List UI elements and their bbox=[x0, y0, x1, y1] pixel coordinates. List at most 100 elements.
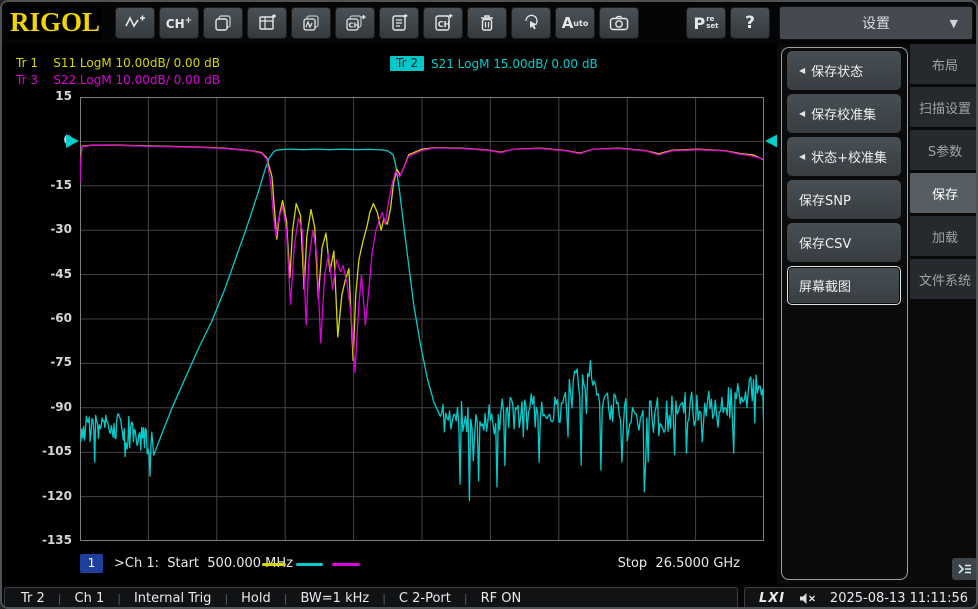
status-separator: | bbox=[382, 591, 386, 605]
tab-file-system[interactable]: 文件系统 bbox=[910, 259, 976, 299]
status-items: Tr 2 | Ch 1 | Internal Trig | Hold | BW=1 kHz | C … bbox=[4, 587, 738, 607]
window-layout-button[interactable] bbox=[203, 7, 243, 39]
status-item: C 2-Port bbox=[398, 590, 451, 606]
stop-frequency-label: Stop 26.5000 GHz bbox=[617, 556, 740, 571]
submenu-arrow-icon: ◀ bbox=[799, 152, 806, 161]
add-channel-icon: CH+ bbox=[165, 15, 193, 31]
chevron-down-icon: ▼ bbox=[949, 16, 958, 30]
menu-item-label: 保存CSV bbox=[799, 237, 852, 252]
status-item: Internal Trig bbox=[133, 590, 212, 606]
delete-icon bbox=[481, 15, 493, 31]
system-status: LXI 2025-08-13 11:11:56 bbox=[744, 587, 976, 607]
tab-sweep-settings[interactable]: 扫描设置 bbox=[910, 87, 976, 127]
y-axis-label: -15 bbox=[50, 177, 72, 192]
status-bar: Tr 2 | Ch 1 | Internal Trig | Hold | BW=1 kHz | C … bbox=[2, 585, 976, 607]
y-axis-label: 15 bbox=[55, 89, 72, 103]
submenu-arrow-icon: ◀ bbox=[799, 66, 806, 75]
channel-window-icon: CH bbox=[346, 15, 366, 31]
trace1-legend-swatch bbox=[262, 563, 286, 566]
menu-item-save-state[interactable]: ◀ 保存状态 bbox=[787, 51, 901, 90]
collapse-menu-button[interactable] bbox=[952, 558, 976, 580]
menu-item-label: 保存SNP bbox=[799, 194, 851, 209]
preset-button[interactable]: P re set bbox=[686, 7, 726, 39]
menu-item-save-cal-set[interactable]: ◀ 保存校准集 bbox=[787, 94, 901, 133]
menu-item-label: 屏幕截图 bbox=[799, 280, 852, 295]
menu-items-container: ◀ 保存状态 ◀ 保存校准集 ◀ 状态+校准集 保存SNP 保存CSV 屏幕截图 bbox=[781, 47, 908, 580]
active-trace-badge: Tr 2 bbox=[390, 56, 424, 71]
screenshot-button[interactable] bbox=[599, 7, 639, 39]
y-axis-label: -45 bbox=[50, 266, 72, 281]
add-trace-icon bbox=[125, 15, 145, 28]
collapse-menu-icon bbox=[957, 564, 971, 574]
window-layout-icon bbox=[215, 15, 231, 31]
menu-item-screenshot[interactable]: 屏幕截图 bbox=[787, 266, 901, 305]
y-axis-label: -60 bbox=[50, 311, 72, 325]
status-separator: | bbox=[117, 591, 121, 605]
add-table-button[interactable] bbox=[247, 7, 287, 39]
plot-region: Tr 1 S11 LogM 10.00dB/ 0.00 dB Tr 3 S22 … bbox=[2, 44, 778, 585]
preset-icon: P bbox=[693, 13, 706, 33]
status-separator: | bbox=[224, 591, 229, 605]
y-axis-label: -135 bbox=[41, 533, 72, 547]
status-item: Tr 2 bbox=[21, 590, 45, 606]
status-separator: | bbox=[57, 591, 62, 605]
plot-canvas[interactable] bbox=[79, 97, 765, 541]
top-toolbar: RIGOL CH+ CH CH A uto P re set ? 设置 ▼ bbox=[2, 2, 976, 44]
tab-layout[interactable]: 布局 bbox=[910, 44, 976, 84]
status-item: BW=1 kHz bbox=[300, 590, 370, 606]
y-axis-label: -75 bbox=[50, 355, 72, 370]
trace2-label: Tr 2 S21 LogM 15.00dB/ 0.00 dB bbox=[390, 56, 598, 71]
copy-channel-icon: CH bbox=[435, 14, 453, 31]
trace3-legend-swatch bbox=[332, 563, 360, 566]
add-table-icon bbox=[259, 14, 276, 30]
copy-trace-button[interactable] bbox=[379, 7, 419, 39]
touch-icon bbox=[525, 14, 538, 30]
status-separator: | bbox=[463, 591, 468, 605]
tab-load[interactable]: 加载 bbox=[910, 216, 976, 256]
help-button[interactable]: ? bbox=[730, 7, 770, 39]
y-axis-label: -105 bbox=[41, 444, 72, 459]
trace2-legend-swatch bbox=[296, 563, 323, 566]
settings-dropdown[interactable]: 设置 ▼ bbox=[779, 6, 973, 40]
side-menu-panel: ◀ 保存状态 ◀ 保存校准集 ◀ 状态+校准集 保存SNP 保存CSV 屏幕截图 布局 扫描设置 S… bbox=[777, 44, 976, 585]
rigol-logo: RIGOL bbox=[8, 6, 102, 39]
lxi-indicator: LXI bbox=[759, 590, 786, 606]
status-item: Ch 1 bbox=[74, 590, 105, 606]
trace3-label: Tr 3 S22 LogM 10.00dB/ 0.00 dB bbox=[16, 73, 220, 87]
add-channel-button[interactable]: CH+ bbox=[159, 7, 199, 39]
tab-s-params[interactable]: S参数 bbox=[910, 130, 976, 170]
svg-text:CH: CH bbox=[438, 20, 451, 29]
copy-channel-button[interactable]: CH bbox=[423, 7, 463, 39]
y-axis-label: -90 bbox=[50, 399, 72, 414]
y-axis-label: -30 bbox=[50, 222, 72, 237]
auto-scale-button[interactable]: Auto bbox=[555, 7, 595, 39]
settings-dropdown-label: 设置 bbox=[862, 16, 890, 32]
channel-number-badge: 1 bbox=[80, 554, 103, 573]
add-trace-button[interactable] bbox=[115, 7, 155, 39]
plot-grid-and-traces bbox=[79, 97, 765, 541]
copy-trace-icon bbox=[392, 14, 408, 31]
tab-save[interactable]: 保存 bbox=[910, 173, 976, 213]
menu-item-label: 状态+校准集 bbox=[811, 151, 888, 166]
trace-window-button[interactable] bbox=[291, 7, 331, 39]
auto-scale-icon: A bbox=[561, 14, 574, 32]
trace-window-icon bbox=[303, 15, 319, 31]
mute-icon bbox=[799, 592, 816, 605]
status-item: Hold bbox=[241, 590, 271, 606]
status-separator: | bbox=[283, 591, 288, 605]
menu-item-save-csv[interactable]: 保存CSV bbox=[787, 223, 901, 262]
trace1-label: Tr 1 S11 LogM 10.00dB/ 0.00 dB bbox=[16, 56, 220, 70]
menu-item-save-snp[interactable]: 保存SNP bbox=[787, 180, 901, 219]
reference-level-marker-left[interactable] bbox=[66, 134, 79, 149]
datetime-label: 2025-08-13 11:11:56 bbox=[829, 590, 968, 606]
vna-screen: RIGOL CH+ CH CH A uto P re set ? 设置 ▼ Tr… bbox=[0, 0, 978, 609]
submenu-arrow-icon: ◀ bbox=[799, 109, 806, 118]
delete-button[interactable] bbox=[467, 7, 507, 39]
y-axis-label: -120 bbox=[41, 488, 72, 503]
menu-item-label: 保存校准集 bbox=[811, 108, 877, 123]
status-item: RF ON bbox=[480, 590, 522, 606]
channel-window-button[interactable]: CH bbox=[335, 7, 375, 39]
touch-button[interactable] bbox=[511, 7, 551, 39]
menu-item-state-plus-cal-set[interactable]: ◀ 状态+校准集 bbox=[787, 137, 901, 176]
help-icon: ? bbox=[745, 13, 755, 33]
